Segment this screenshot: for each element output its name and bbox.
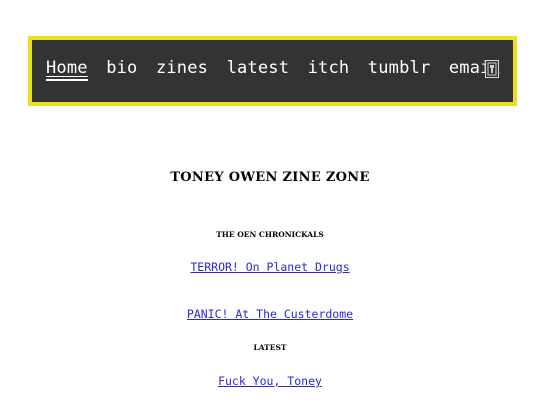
navbar-inner: Home bio zines latest itch tumblr email <box>30 38 515 104</box>
nav-item-tumblr[interactable]: tumblr <box>368 58 431 78</box>
nav-item-home[interactable]: Home <box>46 58 88 81</box>
chronicles-heading: THE OEN CHRONICKALS <box>216 230 324 239</box>
hamburger-menu-icon[interactable] <box>485 60 499 78</box>
latest-link: Fuck You, Toney <box>0 374 540 388</box>
top-navbar: Home bio zines latest itch tumblr email <box>28 36 517 106</box>
zine-link-panic: PANIC! At The Custerdome <box>0 307 540 321</box>
nav-item-itch[interactable]: itch <box>308 58 350 78</box>
latest-heading: LATEST <box>253 343 287 352</box>
zine-link-panic-anchor[interactable]: PANIC! At The Custerdome <box>187 307 353 321</box>
latest-link-anchor[interactable]: Fuck You, Toney <box>218 374 322 388</box>
zine-link-terror: TERROR! On Planet Drugs <box>0 260 540 274</box>
nav-item-bio[interactable]: bio <box>106 58 137 78</box>
zine-link-terror-anchor[interactable]: TERROR! On Planet Drugs <box>190 260 349 274</box>
menu-glyph-icon <box>487 62 497 76</box>
nav-links: Home bio zines latest itch tumblr email <box>46 58 509 81</box>
nav-item-latest[interactable]: latest <box>227 58 290 78</box>
nav-item-zines[interactable]: zines <box>156 58 208 78</box>
page-title: TONEY OWEN ZINE ZONE <box>170 170 370 185</box>
